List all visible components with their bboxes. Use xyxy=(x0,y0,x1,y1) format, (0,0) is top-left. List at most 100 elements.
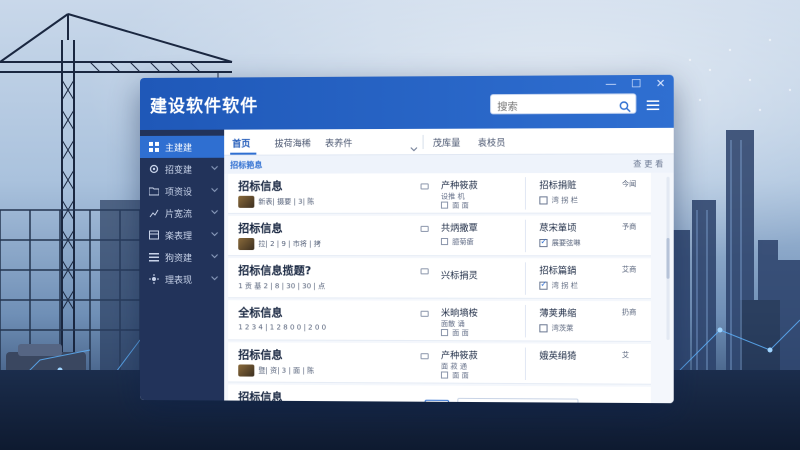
status-checkbox[interactable] xyxy=(539,239,548,248)
grid-icon xyxy=(148,141,160,153)
sidebar-item-label: 理表现 xyxy=(164,275,193,286)
sidebar-item-home[interactable]: 主建建 xyxy=(140,135,225,158)
sidebar-item-label: 狗资建 xyxy=(164,253,193,264)
section-header: 招标筢息 查 更 看 xyxy=(224,154,674,174)
row-meta: 1 贡 基 2 | 8 | 30 | 30 | 点 xyxy=(238,282,326,291)
flag-icon[interactable] xyxy=(420,183,429,190)
active-tab-indicator xyxy=(230,152,257,155)
sidebar-item-3[interactable]: 项资设 xyxy=(140,180,224,202)
date-label: 予商 xyxy=(621,222,637,231)
folder-icon xyxy=(148,185,160,197)
column-divider xyxy=(524,262,526,295)
chevron-down-icon xyxy=(210,164,218,174)
thumbnail xyxy=(238,364,255,377)
checkbox-label: 臆菊瘡 xyxy=(452,237,474,247)
app-window: 建设软件软件 — ☐ ✕ 主建建 招变建 xyxy=(140,74,674,404)
flag-icon[interactable] xyxy=(420,268,429,275)
chevron-down-icon xyxy=(210,274,218,284)
status-label: 湾 拐 栏 xyxy=(551,196,578,205)
table-row[interactable]: 招标信息 暨| 资| 3 | 面 | 陈 产种筱菽 面 菽 通 面 面 娥英绢猗… xyxy=(228,342,651,385)
sidebar-item-4[interactable]: 片宽流 xyxy=(140,202,224,224)
flag-icon[interactable] xyxy=(420,310,429,317)
tab-4[interactable]: 茂库量 xyxy=(433,136,461,149)
app-title: 建设软件软件 xyxy=(149,96,259,117)
table-row[interactable]: 招标信息 新表| 摄要 | 3| 陈 产种筱菽 设推 机 面 面 招标捐赃 湾 … xyxy=(228,172,651,214)
flag-icon[interactable] xyxy=(420,225,429,232)
minimize-button[interactable]: — xyxy=(605,77,616,91)
thumbnail xyxy=(238,237,255,251)
chevron-down-icon xyxy=(210,252,218,262)
maximize-button[interactable]: ☐ xyxy=(631,77,641,91)
status-title: 娥英绢猗 xyxy=(539,351,577,362)
sidebar-item-label: 招变建 xyxy=(164,165,193,176)
main-content: 首页 拔荷海稀 表养件 茂库量 袁枝员 招标筢息 查 更 看 招标信息 新表| … xyxy=(224,127,674,404)
checkbox-label: 面 面 xyxy=(452,329,469,338)
status-title: 招标篇鍋 xyxy=(539,266,577,277)
chart-icon xyxy=(148,207,160,219)
window-controls: — ☐ ✕ xyxy=(605,77,665,92)
column-divider xyxy=(524,304,526,338)
tab-separator xyxy=(422,134,424,150)
checkbox[interactable] xyxy=(440,329,449,337)
gear-icon xyxy=(148,163,160,175)
status-title: 荩宋箪顷 xyxy=(539,223,577,234)
column-divider xyxy=(524,177,526,210)
search-icon[interactable] xyxy=(619,97,631,116)
tab-5[interactable]: 袁枝员 xyxy=(478,136,506,149)
flag-icon[interactable] xyxy=(420,353,429,360)
row-meta: 拉| 2 | 9 | 市将 | 拷 xyxy=(258,240,321,249)
table-row[interactable]: 招标信息 拉| 2 | 9 | 市将 | 拷 共炳撒覃 臆菊瘡 荩宋箪顷 展要弦… xyxy=(228,215,651,257)
sidebar-item-label: 楽表理 xyxy=(164,231,193,242)
date-label: 扔商 xyxy=(621,308,637,317)
checkbox[interactable] xyxy=(440,201,449,209)
sidebar-item-2[interactable]: 招变建 xyxy=(140,158,224,180)
sidebar-item-6[interactable]: 狗资建 xyxy=(140,246,224,268)
scrollbar[interactable] xyxy=(666,176,670,340)
category-title: 兴标捐灵 xyxy=(440,271,478,282)
column-divider xyxy=(524,347,526,381)
row-title: 招标信息揽题? xyxy=(238,264,312,278)
category-title: 产种筱菽 xyxy=(440,351,478,362)
chevron-down-icon xyxy=(210,230,218,240)
section-title: 招标筢息 xyxy=(230,160,263,170)
date-label: 艾商 xyxy=(621,265,637,274)
row-meta: 暨| 资| 3 | 面 | 陈 xyxy=(258,366,315,375)
sidebar-item-label: 主建建 xyxy=(164,143,193,154)
status-label: 湾 拐 栏 xyxy=(551,281,578,290)
view-more-link[interactable]: 查 更 看 xyxy=(633,158,663,169)
table-row[interactable]: 招标信息揽题? 1 贡 基 2 | 8 | 30 | 30 | 点 兴标捐灵 招… xyxy=(228,258,651,300)
sidebar-item-5[interactable]: 楽表理 xyxy=(140,224,224,246)
tab-3[interactable]: 表养件 xyxy=(325,136,352,149)
status-checkbox[interactable] xyxy=(539,196,548,205)
scrollbar-thumb[interactable] xyxy=(666,237,670,279)
checkbox[interactable] xyxy=(440,371,449,379)
tab-bar: 首页 拔荷海稀 表养件 茂库量 袁枝员 xyxy=(224,127,674,156)
tab-2[interactable]: 拔荷海稀 xyxy=(274,136,310,149)
category-title: 产种筱菽 xyxy=(440,181,478,192)
chevron-down-icon[interactable] xyxy=(410,137,417,156)
checkbox-label: 面 面 xyxy=(452,371,469,380)
status-checkbox[interactable] xyxy=(539,324,548,333)
table-row[interactable]: 全标信息 1 2 3 4 | 1 2 8 0 0 | 2 0 0 米晌墒桉 面散… xyxy=(228,300,651,342)
thumbnail xyxy=(238,195,255,208)
row-title: 招标信息 xyxy=(238,221,283,235)
row-meta: 新表| 摄要 | 3| 陈 xyxy=(258,197,315,206)
hamburger-menu-icon[interactable] xyxy=(646,95,660,114)
settings-icon xyxy=(148,273,160,285)
status-title: 招标捐赃 xyxy=(539,181,577,192)
row-title: 招标信息 xyxy=(238,179,283,193)
city-skyline xyxy=(668,130,800,380)
category-title: 共炳撒覃 xyxy=(440,223,478,234)
search-input[interactable] xyxy=(491,98,615,117)
status-label: 湾茨萊 xyxy=(551,324,574,333)
checkbox[interactable] xyxy=(440,237,449,246)
column-divider xyxy=(524,219,526,253)
sidebar-item-label: 片宽流 xyxy=(164,209,193,220)
close-button[interactable]: ✕ xyxy=(656,77,666,91)
status-title: 薄荚弗缩 xyxy=(539,309,577,320)
row-title: 全标信息 xyxy=(238,306,283,320)
bid-list: 招标信息 新表| 摄要 | 3| 陈 产种筱菽 设推 机 面 面 招标捐赃 湾 … xyxy=(224,172,674,404)
status-checkbox[interactable] xyxy=(539,281,548,290)
sidebar-item-7[interactable]: 理表现 xyxy=(140,268,224,290)
tab-home[interactable]: 首页 xyxy=(232,137,250,150)
